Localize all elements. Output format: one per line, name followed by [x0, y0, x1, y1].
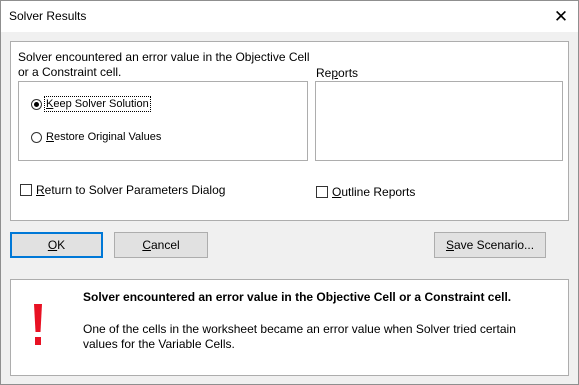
restore-values-label: Restore Original Values — [46, 131, 162, 143]
close-icon: ✕ — [553, 6, 569, 26]
return-to-parameters-label: Return to Solver Parameters Dialog — [36, 183, 226, 197]
outline-reports-label: Outline Reports — [332, 185, 416, 199]
cancel-button[interactable]: Cancel — [114, 232, 208, 258]
info-heading: Solver encountered an error value in the… — [83, 290, 512, 304]
exclamation-icon — [34, 304, 42, 345]
status-message: Solver encountered an error value in the… — [18, 50, 310, 80]
reports-list[interactable] — [315, 81, 563, 161]
status-message-line-2: or a Constraint cell. — [18, 65, 122, 79]
restore-original-values-option[interactable]: Restore Original Values — [31, 131, 161, 143]
reports-label: Reports — [316, 66, 359, 80]
solver-results-dialog: Solver Results ✕ Solver encountered an e… — [0, 0, 579, 385]
restore-values-radio[interactable] — [31, 131, 42, 143]
info-body: One of the cells in the worksheet became… — [83, 322, 516, 351]
close-button[interactable]: ✕ — [544, 1, 578, 32]
solution-options: Keep Solver Solution Restore Original Va… — [18, 81, 308, 161]
save-scenario-button[interactable]: Save Scenario... — [434, 232, 546, 258]
results-panel: Solver encountered an error value in the… — [10, 41, 569, 221]
title-bar: Solver Results ✕ — [1, 1, 578, 32]
return-to-parameters-option[interactable]: Return to Solver Parameters Dialog — [20, 183, 225, 197]
window-title: Solver Results — [9, 9, 87, 23]
info-panel: Solver encountered an error value in the… — [10, 279, 569, 376]
outline-reports-checkbox[interactable] — [316, 186, 328, 198]
outline-reports-option[interactable]: Outline Reports — [316, 185, 415, 199]
status-message-line-1: Solver encountered an error value in the… — [18, 50, 310, 64]
keep-solution-radio[interactable] — [31, 98, 42, 110]
return-to-parameters-checkbox[interactable] — [20, 184, 32, 196]
keep-solution-label: Keep Solver Solution — [44, 96, 151, 112]
keep-solver-solution-option[interactable]: Keep Solver Solution — [31, 96, 151, 112]
ok-button[interactable]: OK — [10, 232, 103, 258]
